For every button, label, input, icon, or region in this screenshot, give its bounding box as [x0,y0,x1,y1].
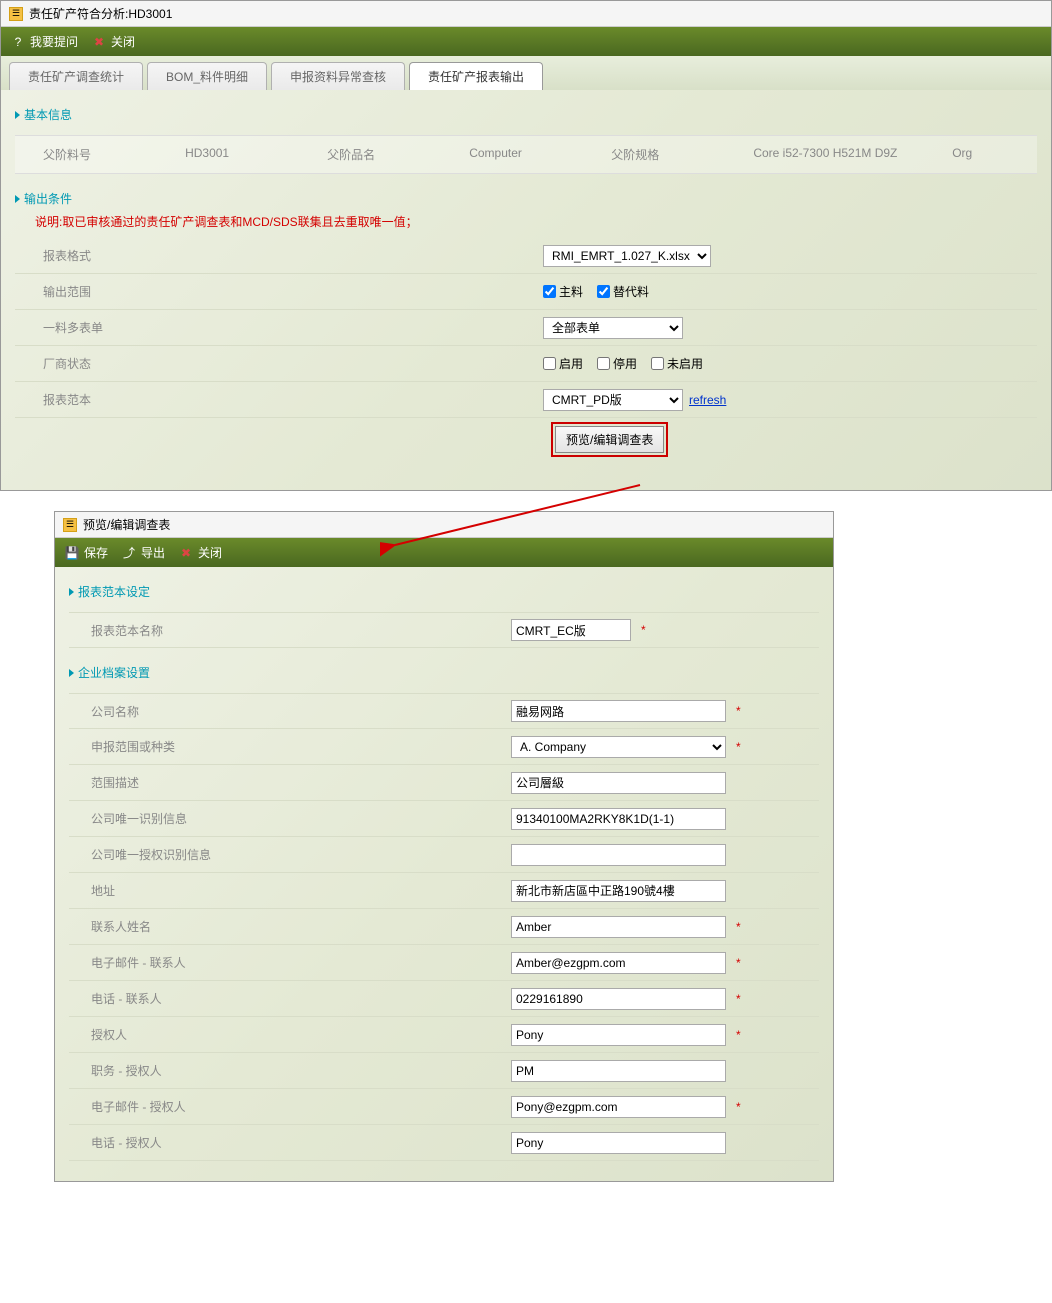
collapse-icon [15,195,20,203]
authorizer-label: 授权人 [91,1026,511,1043]
range-desc-label: 范围描述 [91,774,511,791]
export-icon: ⤴ [122,546,136,560]
vendor-status-label: 厂商状态 [43,355,543,372]
contact-email-label: 电子邮件 - 联系人 [91,954,511,971]
tab-bar: 责任矿产调查统计 BOM_料件明细 申报资料异常查核 责任矿产报表输出 [1,56,1051,90]
collapse-icon [15,111,20,119]
report-template-label: 报表范本 [43,391,543,408]
authorizer-email-input[interactable] [511,1096,726,1118]
save-icon: 💾 [65,546,79,560]
parent-spec-label: 父阶规格 [611,146,753,163]
report-template-select[interactable]: CMRT_PD版 [543,389,683,411]
org-label: Org [952,146,1009,163]
main-window: ☰ 责任矿产符合分析:HD3001 ? 我要提问 ✖ 关闭 责任矿产调查统计 B… [0,0,1052,491]
required-mark: * [641,623,646,637]
output-scope-label: 输出范围 [43,283,543,300]
authorizer-input[interactable] [511,1024,726,1046]
save-button[interactable]: 💾保存 [65,544,108,561]
contact-name-input[interactable] [511,916,726,938]
multi-form-select[interactable]: 全部表单 [543,317,683,339]
parent-pn-label: 父阶料号 [43,146,185,163]
preview-edit-button[interactable]: 预览/编辑调查表 [555,426,664,453]
company-auth-id-label: 公司唯一授权识别信息 [91,846,511,863]
parent-spec-value: Core i52-7300 H521M D9Z [753,146,952,163]
section-output-cond[interactable]: 输出条件 [15,184,1037,213]
refresh-link[interactable]: refresh [689,393,726,407]
report-format-select[interactable]: RMI_EMRT_1.027_K.xlsx [543,245,711,267]
tab-survey-stats[interactable]: 责任矿产调查统计 [9,62,143,90]
preview-window: ☰ 预览/编辑调查表 💾保存 ⤴导出 ✖关闭 报表范本设定 报表范本名称 * 企… [54,511,834,1182]
parent-name-label: 父阶品名 [327,146,469,163]
authorizer-job-input[interactable] [511,1060,726,1082]
status-unenabled-checkbox[interactable]: 未启用 [651,355,703,372]
preview-body: 报表范本设定 报表范本名称 * 企业档案设置 公司名称 * 申报范围或种类 A.… [55,567,833,1181]
company-name-label: 公司名称 [91,703,511,720]
required-mark: * [736,1100,741,1114]
export-button[interactable]: ⤴导出 [122,544,165,561]
main-toolbar: ? 我要提问 ✖ 关闭 [1,27,1051,56]
info-row: 父阶料号 HD3001 父阶品名 Computer 父阶规格 Core i52-… [15,135,1037,174]
template-name-input[interactable] [511,619,631,641]
collapse-icon [69,669,74,677]
close-icon: ✖ [179,546,193,560]
section-basic-info[interactable]: 基本信息 [15,100,1037,129]
company-auth-id-input[interactable] [511,844,726,866]
address-input[interactable] [511,880,726,902]
status-disabled-checkbox[interactable]: 停用 [597,355,637,372]
question-icon: ? [11,35,25,49]
declaration-scope-label: 申报范围或种类 [91,738,511,755]
required-mark: * [736,920,741,934]
multi-form-label: 一料多表单 [43,319,543,336]
required-mark: * [736,740,741,754]
report-format-label: 报表格式 [43,247,543,264]
required-mark: * [736,704,741,718]
main-material-checkbox[interactable]: 主料 [543,283,583,300]
contact-email-input[interactable] [511,952,726,974]
window-titlebar: ☰ 责任矿产符合分析:HD3001 [1,1,1051,27]
range-desc-input[interactable] [511,772,726,794]
tab-bom-detail[interactable]: BOM_料件明细 [147,62,267,90]
preview-titlebar: ☰ 预览/编辑调查表 [55,512,833,538]
contact-phone-input[interactable] [511,988,726,1010]
ask-button[interactable]: ? 我要提问 [11,33,78,50]
close-icon: ✖ [92,35,106,49]
address-label: 地址 [91,882,511,899]
authorizer-job-label: 职务 - 授权人 [91,1062,511,1079]
note-text: 说明:取已审核通过的责任矿产调查表和MCD/SDS联集且去重取唯一值； [15,213,1037,238]
company-uid-input[interactable] [511,808,726,830]
collapse-icon [69,588,74,596]
close-button[interactable]: ✖关闭 [179,544,222,561]
status-enabled-checkbox[interactable]: 启用 [543,355,583,372]
section-template-setting[interactable]: 报表范本设定 [69,577,819,606]
main-body: 基本信息 父阶料号 HD3001 父阶品名 Computer 父阶规格 Core… [1,90,1051,490]
tab-anomaly-check[interactable]: 申报资料异常查核 [271,62,405,90]
authorizer-phone-input[interactable] [511,1132,726,1154]
authorizer-email-label: 电子邮件 - 授权人 [91,1098,511,1115]
company-uid-label: 公司唯一识别信息 [91,810,511,827]
required-mark: * [736,956,741,970]
company-name-input[interactable] [511,700,726,722]
tab-report-output[interactable]: 责任矿产报表输出 [409,62,543,90]
template-name-label: 报表范本名称 [91,622,511,639]
contact-name-label: 联系人姓名 [91,918,511,935]
required-mark: * [736,1028,741,1042]
preview-title: 预览/编辑调查表 [83,516,170,533]
window-title: 责任矿产符合分析:HD3001 [29,5,172,22]
close-button[interactable]: ✖ 关闭 [92,33,135,50]
parent-pn-value: HD3001 [185,146,327,163]
contact-phone-label: 电话 - 联系人 [91,990,511,1007]
preview-toolbar: 💾保存 ⤴导出 ✖关闭 [55,538,833,567]
authorizer-phone-label: 电话 - 授权人 [91,1134,511,1151]
required-mark: * [736,992,741,1006]
app-icon: ☰ [63,518,77,532]
declaration-scope-select[interactable]: A. Company [511,736,726,758]
app-icon: ☰ [9,7,23,21]
section-enterprise-setting[interactable]: 企业档案设置 [69,658,819,687]
alt-material-checkbox[interactable]: 替代料 [597,283,649,300]
parent-name-value: Computer [469,146,611,163]
